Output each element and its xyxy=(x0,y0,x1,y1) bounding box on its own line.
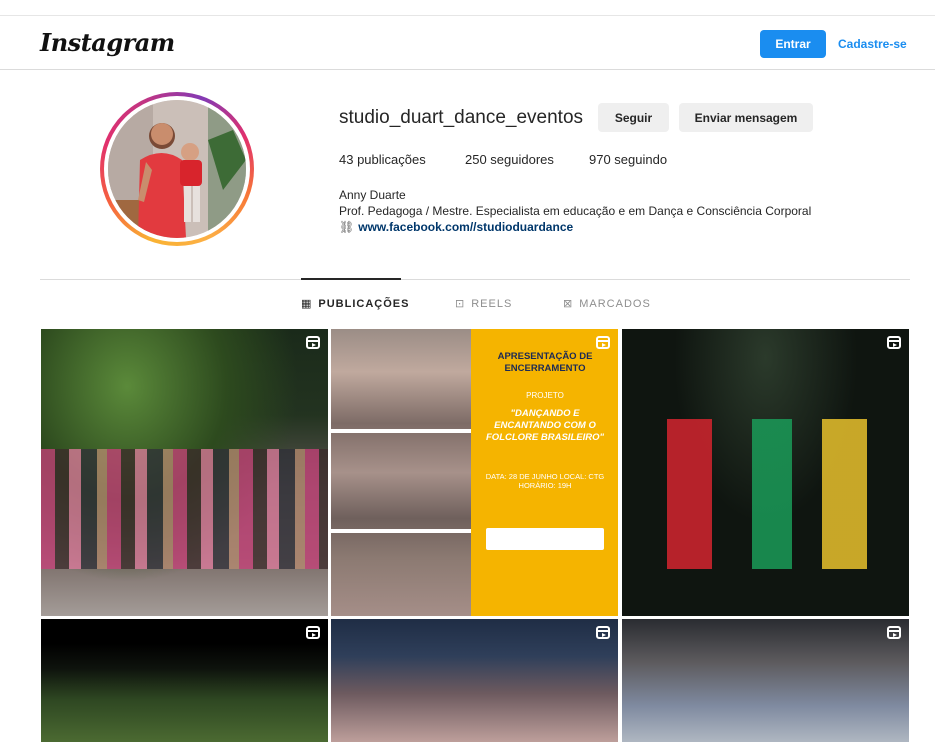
avatar-photo xyxy=(108,100,246,238)
signup-link[interactable]: Cadastre-se xyxy=(838,37,907,51)
story-ring[interactable] xyxy=(100,92,254,246)
instagram-logo[interactable]: Instagram xyxy=(40,28,175,57)
tabs-divider xyxy=(40,279,910,280)
send-message-button[interactable]: Enviar mensagem xyxy=(679,103,813,132)
avatar[interactable] xyxy=(108,100,246,238)
post-thumbnail[interactable] xyxy=(622,329,909,616)
event-poster: APRESENTAÇÃO DE ENCERRAMENTO PROJETO "DA… xyxy=(479,351,611,550)
profile-username: studio_duart_dance_eventos xyxy=(339,107,584,128)
post-image-content xyxy=(41,449,328,569)
poster-project: PROJETO xyxy=(526,391,564,400)
reel-icon xyxy=(887,626,901,639)
reel-icon xyxy=(887,336,901,349)
bio-text: Prof. Pedagoga / Mestre. Especialista em… xyxy=(339,204,812,218)
poster-details: DATA: 28 DE JUNHO LOCAL: CTG HORÁRIO: 19… xyxy=(485,472,605,490)
avatar-frame xyxy=(104,96,250,242)
following-count[interactable]: 970 seguindo xyxy=(589,152,667,167)
reel-icon xyxy=(306,336,320,349)
collage-divider xyxy=(331,429,471,433)
tab-marcados[interactable]: ⊠ MARCADOS xyxy=(563,297,651,311)
tab-label: PUBLICAÇÕES xyxy=(318,297,410,310)
active-tab-indicator xyxy=(301,278,401,280)
post-photo-collage xyxy=(331,329,471,616)
bio-link-text[interactable]: www.facebook.com//studioduardance xyxy=(358,220,573,234)
followers-count[interactable]: 250 seguidores xyxy=(465,152,554,167)
reel-icon xyxy=(596,336,610,349)
posts-count[interactable]: 43 publicações xyxy=(339,152,426,167)
login-button[interactable]: Entrar xyxy=(760,30,826,58)
collage-divider xyxy=(331,529,471,533)
reel-icon xyxy=(306,626,320,639)
posts-grid: APRESENTAÇÃO DE ENCERRAMENTO PROJETO "DA… xyxy=(41,329,909,742)
tab-reels[interactable]: ⊡ REELS xyxy=(455,297,513,311)
tab-label: REELS xyxy=(471,297,513,310)
tab-publicacoes[interactable]: ▦ PUBLICAÇÕES xyxy=(301,297,410,311)
post-thumbnail[interactable] xyxy=(331,619,618,742)
tab-label: MARCADOS xyxy=(579,297,651,310)
bio-link[interactable]: ⛓ www.facebook.com//studioduardance xyxy=(339,220,573,234)
poster-title: APRESENTAÇÃO DE ENCERRAMENTO xyxy=(497,351,593,374)
post-thumbnail[interactable] xyxy=(41,329,328,616)
tagged-icon: ⊠ xyxy=(563,298,574,310)
post-thumbnail[interactable] xyxy=(41,619,328,742)
reels-icon: ⊡ xyxy=(455,298,466,310)
poster-name: "DANÇANDO E ENCANTANDO COM O FOLCLORE BR… xyxy=(486,408,604,443)
grid-icon: ▦ xyxy=(301,298,313,310)
post-thumbnail[interactable] xyxy=(622,619,909,742)
follow-button[interactable]: Seguir xyxy=(598,103,669,132)
top-header: Instagram Entrar Cadastre-se xyxy=(0,16,935,70)
reel-icon xyxy=(596,626,610,639)
sponsor-logos xyxy=(486,528,604,550)
bio-name: Anny Duarte xyxy=(339,188,406,202)
post-image-content xyxy=(642,419,902,569)
link-icon: ⛓ xyxy=(339,220,355,234)
post-thumbnail[interactable]: APRESENTAÇÃO DE ENCERRAMENTO PROJETO "DA… xyxy=(331,329,618,616)
